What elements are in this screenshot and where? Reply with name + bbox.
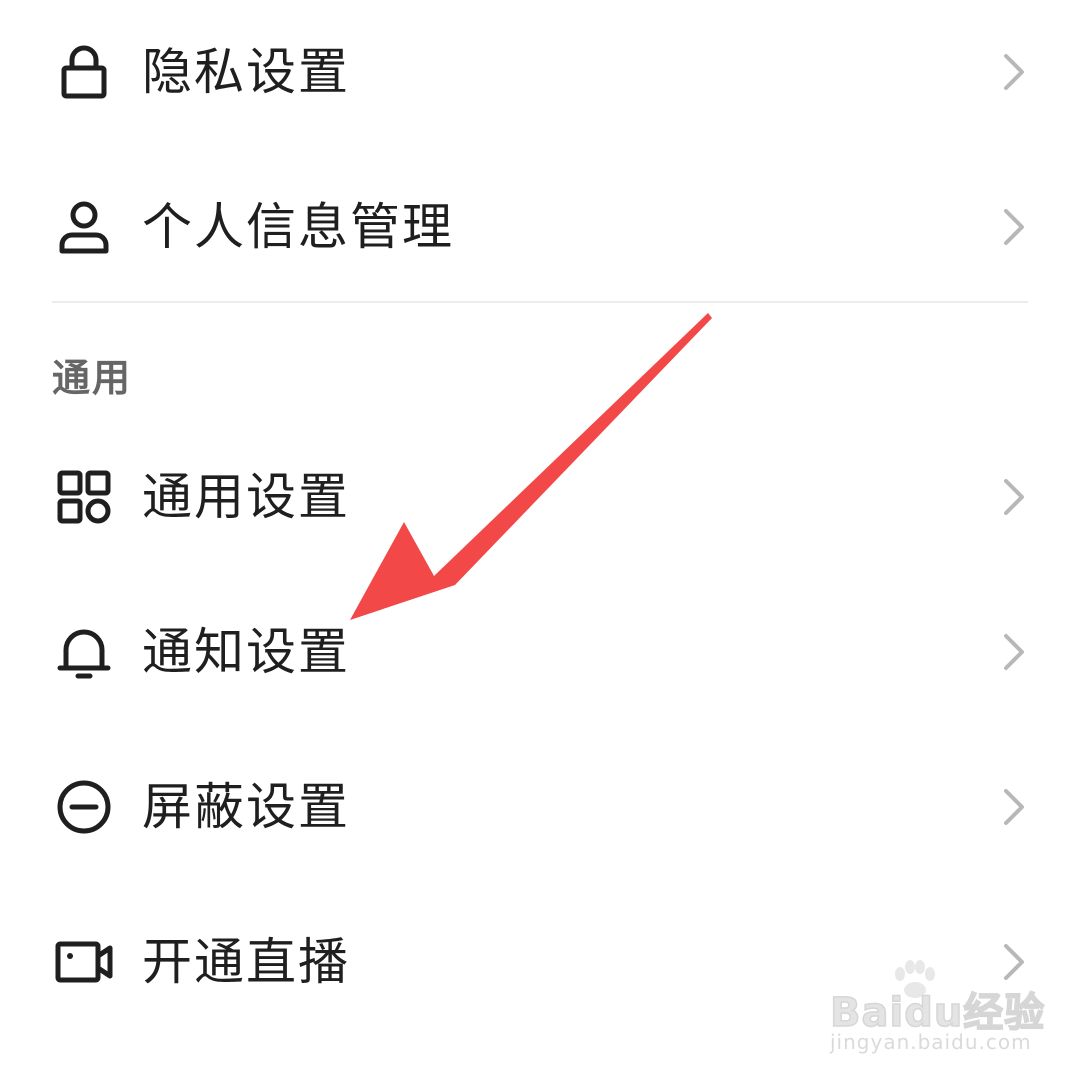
settings-item-personal-info[interactable]: 个人信息管理: [0, 165, 1080, 285]
settings-item-block[interactable]: 屏蔽设置: [0, 745, 1080, 865]
chevron-right-icon: [996, 205, 1032, 249]
lock-icon: [52, 40, 116, 104]
settings-item-label: 通知设置: [142, 623, 350, 681]
chevron-right-icon: [996, 475, 1032, 519]
settings-item-label: 屏蔽设置: [142, 778, 350, 836]
video-camera-icon: [52, 930, 116, 994]
settings-item-label: 开通直播: [142, 933, 350, 991]
watermark: Baidu经验 jingyan.baidu.com: [829, 960, 1045, 1060]
settings-item-label: 个人信息管理: [142, 198, 454, 256]
settings-item-privacy[interactable]: 隐私设置: [0, 10, 1080, 130]
grid-icon: [52, 465, 116, 529]
block-icon: [52, 775, 116, 839]
chevron-right-icon: [996, 50, 1032, 94]
user-icon: [52, 195, 116, 259]
settings-item-label: 隐私设置: [142, 43, 350, 101]
chevron-right-icon: [996, 630, 1032, 674]
watermark-url: jingyan.baidu.com: [830, 1030, 1032, 1054]
settings-item-label: 通用设置: [142, 468, 350, 526]
chevron-right-icon: [996, 785, 1032, 829]
section-header-general: 通用: [52, 356, 133, 400]
bell-icon: [52, 620, 116, 684]
section-divider: [52, 301, 1028, 303]
settings-item-notification[interactable]: 通知设置: [0, 590, 1080, 710]
settings-item-general[interactable]: 通用设置: [0, 435, 1080, 555]
